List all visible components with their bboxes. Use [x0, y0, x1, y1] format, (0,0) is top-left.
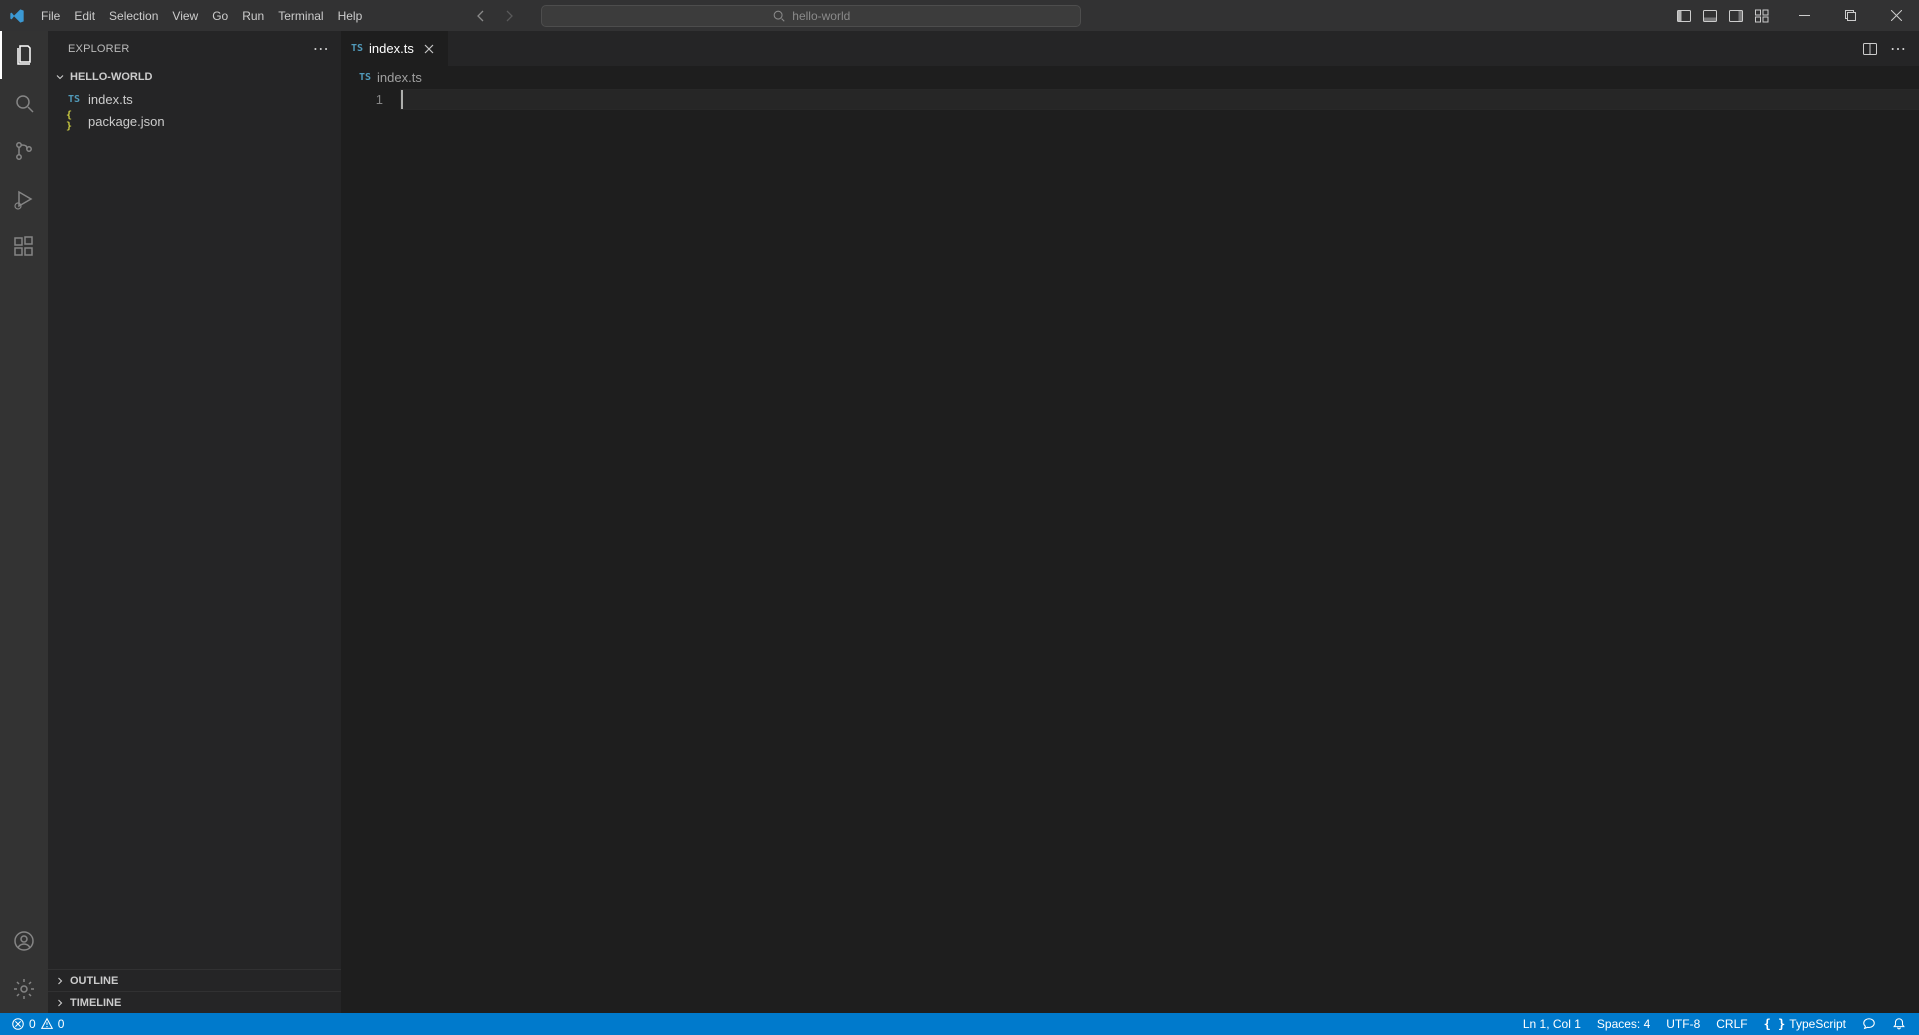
- typescript-file-icon: TS: [359, 72, 371, 83]
- explorer-title: EXPLORER: [68, 43, 130, 55]
- status-bar: 0 0 Ln 1, Col 1 Spaces: 4 UTF-8 CRLF { }…: [0, 1013, 1919, 1035]
- line-number-gutter: 1: [341, 88, 401, 1013]
- explorer-folder-section[interactable]: HELLO-WORLD: [48, 66, 341, 88]
- editor-more-icon[interactable]: ⋯: [1887, 38, 1909, 60]
- outline-section[interactable]: OUTLINE: [48, 969, 341, 991]
- activity-extensions-icon[interactable]: [0, 223, 48, 271]
- toggle-secondary-sidebar-icon[interactable]: [1725, 5, 1747, 27]
- typescript-file-icon: TS: [351, 43, 363, 54]
- activity-settings-icon[interactable]: [0, 965, 48, 1013]
- breadcrumb[interactable]: TS index.ts: [341, 66, 1919, 88]
- menu-bar: File Edit Selection View Go Run Terminal…: [34, 0, 369, 31]
- nav-back-icon[interactable]: [469, 4, 493, 28]
- window-close-icon[interactable]: [1873, 0, 1919, 31]
- activity-search-icon[interactable]: [0, 79, 48, 127]
- activity-bar: [0, 31, 48, 1013]
- window-maximize-icon[interactable]: [1827, 0, 1873, 31]
- menu-file[interactable]: File: [34, 0, 67, 31]
- search-text: hello-world: [792, 9, 850, 23]
- history-nav: [469, 4, 521, 28]
- toggle-primary-sidebar-icon[interactable]: [1673, 5, 1695, 27]
- status-encoding[interactable]: UTF-8: [1663, 1013, 1703, 1035]
- file-name: package.json: [88, 114, 165, 129]
- chevron-right-icon: [52, 995, 68, 1011]
- warning-count: 0: [58, 1017, 65, 1031]
- window-minimize-icon[interactable]: [1781, 0, 1827, 31]
- typescript-file-icon: TS: [66, 94, 82, 105]
- file-tree-item[interactable]: TS index.ts: [48, 88, 341, 110]
- chevron-right-icon: [52, 973, 68, 989]
- breadcrumb-text: index.ts: [377, 70, 422, 85]
- search-icon: [772, 9, 786, 23]
- status-cursor-position[interactable]: Ln 1, Col 1: [1520, 1013, 1584, 1035]
- title-bar: File Edit Selection View Go Run Terminal…: [0, 0, 1919, 31]
- menu-go[interactable]: Go: [205, 0, 235, 31]
- tab-close-icon[interactable]: [420, 40, 438, 58]
- chevron-down-icon: [52, 69, 68, 85]
- status-eol[interactable]: CRLF: [1713, 1013, 1750, 1035]
- timeline-section[interactable]: TIMELINE: [48, 991, 341, 1013]
- explorer-more-icon[interactable]: ⋯: [313, 39, 329, 59]
- editor-tab-bar: TS index.ts ⋯: [341, 31, 1919, 66]
- customize-layout-icon[interactable]: [1751, 5, 1773, 27]
- code-line: [401, 90, 1919, 109]
- nav-forward-icon[interactable]: [497, 4, 521, 28]
- activity-explorer-icon[interactable]: [0, 31, 48, 79]
- explorer-sidebar: EXPLORER ⋯ HELLO-WORLD TS index.ts { } p…: [48, 31, 341, 1013]
- status-notifications-icon[interactable]: [1889, 1013, 1909, 1035]
- menu-selection[interactable]: Selection: [102, 0, 165, 31]
- explorer-header: EXPLORER ⋯: [48, 31, 341, 66]
- json-file-icon: { }: [66, 110, 82, 132]
- window-controls: [1781, 0, 1919, 31]
- file-tree-item[interactable]: { } package.json: [48, 110, 341, 132]
- status-language-label: TypeScript: [1789, 1017, 1846, 1031]
- activity-run-debug-icon[interactable]: [0, 175, 48, 223]
- split-editor-icon[interactable]: [1859, 38, 1881, 60]
- warning-icon: [40, 1017, 54, 1031]
- activity-accounts-icon[interactable]: [0, 917, 48, 965]
- editor-area: TS index.ts ⋯ TS index.ts 1: [341, 31, 1919, 1013]
- file-tree: TS index.ts { } package.json: [48, 88, 341, 969]
- menu-edit[interactable]: Edit: [67, 0, 102, 31]
- menu-terminal[interactable]: Terminal: [271, 0, 330, 31]
- status-feedback-icon[interactable]: [1859, 1013, 1879, 1035]
- command-center-search[interactable]: hello-world: [541, 5, 1081, 27]
- braces-icon: { }: [1764, 1017, 1786, 1031]
- activity-source-control-icon[interactable]: [0, 127, 48, 175]
- file-name: index.ts: [88, 92, 133, 107]
- status-indentation[interactable]: Spaces: 4: [1594, 1013, 1653, 1035]
- menu-view[interactable]: View: [165, 0, 205, 31]
- menu-run[interactable]: Run: [235, 0, 271, 31]
- status-problems[interactable]: 0 0: [8, 1013, 67, 1035]
- status-language[interactable]: { } TypeScript: [1761, 1013, 1849, 1035]
- line-number: 1: [341, 90, 383, 109]
- toggle-panel-icon[interactable]: [1699, 5, 1721, 27]
- text-cursor: [401, 90, 403, 109]
- error-count: 0: [29, 1017, 36, 1031]
- tab-label: index.ts: [369, 41, 414, 56]
- outline-label: OUTLINE: [70, 975, 118, 987]
- editor-tab[interactable]: TS index.ts: [341, 31, 449, 66]
- code-editor[interactable]: 1: [341, 88, 1919, 1013]
- project-name: HELLO-WORLD: [70, 71, 152, 83]
- layout-controls: [1673, 5, 1773, 27]
- menu-help[interactable]: Help: [331, 0, 370, 31]
- timeline-label: TIMELINE: [70, 997, 121, 1009]
- vscode-logo-icon: [0, 8, 34, 24]
- error-icon: [11, 1017, 25, 1031]
- code-content[interactable]: [401, 88, 1919, 1013]
